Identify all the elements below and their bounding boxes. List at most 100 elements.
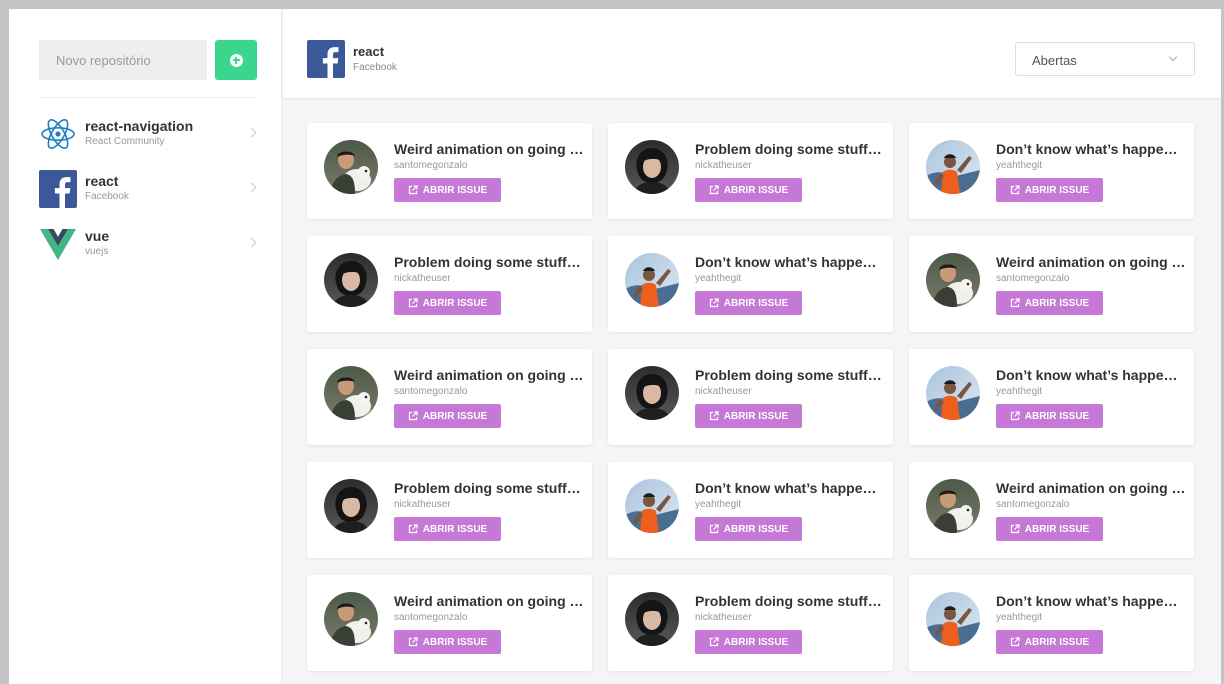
repo-item-vue[interactable]: vue vuejs	[39, 225, 257, 280]
repo-name: vue	[85, 228, 110, 244]
avatar	[926, 253, 980, 307]
sidebar-divider	[39, 97, 257, 98]
issue-card: Don’t know what’s happening here yeahtheg…	[909, 349, 1194, 445]
filter-selected-value: Abertas	[1032, 53, 1077, 68]
open-issue-button[interactable]: ABRIR ISSUE	[996, 178, 1103, 202]
open-issue-button-label: ABRIR ISSUE	[422, 523, 488, 535]
issue-card: Weird animation on going back santomegonz…	[307, 123, 592, 219]
avatar	[625, 479, 679, 533]
avatar	[625, 253, 679, 307]
repo-item-react-navigation[interactable]: react-navigation React Community	[39, 115, 257, 170]
open-issue-button-label: ABRIR ISSUE	[422, 297, 488, 309]
issue-author: santomegonzalo	[996, 499, 1070, 510]
external-link-icon	[709, 298, 719, 308]
open-issue-button[interactable]: ABRIR ISSUE	[695, 517, 802, 541]
issue-card: Problem doing some stuff with react nicka…	[608, 349, 893, 445]
open-issue-button-label: ABRIR ISSUE	[723, 297, 789, 309]
avatar	[926, 592, 980, 646]
issue-card: Problem doing some stuff with react nicka…	[608, 575, 893, 671]
open-issue-button[interactable]: ABRIR ISSUE	[394, 404, 501, 428]
issue-card: Weird animation on going back santomegonz…	[909, 236, 1194, 332]
open-issue-button[interactable]: ABRIR ISSUE	[996, 404, 1103, 428]
open-issue-button-label: ABRIR ISSUE	[1024, 297, 1090, 309]
repo-owner: Facebook	[85, 191, 129, 202]
issue-card: Don’t know what’s happening here yeahtheg…	[909, 123, 1194, 219]
issue-title: Problem doing some stuff with react	[695, 141, 885, 157]
issue-author: santomegonzalo	[996, 273, 1070, 284]
sidebar: react-navigation React Community react F…	[9, 9, 282, 684]
open-issue-button[interactable]: ABRIR ISSUE	[996, 630, 1103, 654]
issue-filter-select[interactable]: Abertas	[1015, 42, 1195, 76]
issue-card: Problem doing some stuff with react nicka…	[307, 462, 592, 558]
open-issue-button-label: ABRIR ISSUE	[1024, 523, 1090, 535]
repo-header: react Facebook Abertas	[283, 9, 1221, 98]
external-link-icon	[709, 411, 719, 421]
issue-title: Don’t know what’s happening here	[996, 593, 1186, 609]
open-issue-button-label: ABRIR ISSUE	[723, 410, 789, 422]
issue-card: Don’t know what’s happening here yeahtheg…	[608, 236, 893, 332]
avatar	[625, 592, 679, 646]
external-link-icon	[408, 524, 418, 534]
open-issue-button-label: ABRIR ISSUE	[723, 636, 789, 648]
react-atom-icon	[41, 119, 75, 149]
issue-author: nickatheuser	[695, 612, 752, 623]
open-issue-button[interactable]: ABRIR ISSUE	[996, 291, 1103, 315]
vue-icon	[40, 229, 76, 260]
issue-card: Problem doing some stuff with react nicka…	[307, 236, 592, 332]
open-issue-button-label: ABRIR ISSUE	[1024, 410, 1090, 422]
plus-circle-icon	[229, 53, 243, 67]
avatar	[625, 140, 679, 194]
issue-author: nickatheuser	[394, 273, 451, 284]
chevron-right-icon	[246, 182, 257, 193]
issue-author: nickatheuser	[394, 499, 451, 510]
open-issue-button-label: ABRIR ISSUE	[1024, 636, 1090, 648]
issue-card: Don’t know what’s happening here yeahtheg…	[608, 462, 893, 558]
external-link-icon	[408, 411, 418, 421]
avatar	[324, 479, 378, 533]
avatar	[324, 366, 378, 420]
external-link-icon	[709, 185, 719, 195]
open-issue-button[interactable]: ABRIR ISSUE	[394, 178, 501, 202]
issue-author: yeahthegit	[996, 612, 1043, 623]
external-link-icon	[709, 637, 719, 647]
open-issue-button[interactable]: ABRIR ISSUE	[695, 404, 802, 428]
issue-title: Problem doing some stuff with react	[695, 367, 885, 383]
new-repo-input[interactable]	[39, 40, 207, 80]
external-link-icon	[1010, 637, 1020, 647]
open-issue-button[interactable]: ABRIR ISSUE	[695, 178, 802, 202]
add-repo-button[interactable]	[215, 40, 257, 80]
issue-card: Problem doing some stuff with react nicka…	[608, 123, 893, 219]
repo-owner: vuejs	[85, 246, 109, 257]
external-link-icon	[1010, 411, 1020, 421]
issue-title: Weird animation on going back	[996, 480, 1186, 496]
repo-list: react-navigation React Community react F…	[39, 115, 257, 280]
issue-title: Weird animation on going back	[394, 141, 584, 157]
app-window: react-navigation React Community react F…	[9, 9, 1221, 684]
open-issue-button[interactable]: ABRIR ISSUE	[695, 291, 802, 315]
issue-author: yeahthegit	[996, 386, 1043, 397]
external-link-icon	[408, 185, 418, 195]
open-issue-button-label: ABRIR ISSUE	[422, 410, 488, 422]
open-issue-button-label: ABRIR ISSUE	[422, 636, 488, 648]
repo-name: react-navigation	[85, 118, 194, 134]
open-issue-button[interactable]: ABRIR ISSUE	[996, 517, 1103, 541]
issue-card: Don’t know what’s happening here yeahtheg…	[909, 575, 1194, 671]
open-issue-button[interactable]: ABRIR ISSUE	[695, 630, 802, 654]
facebook-icon	[307, 40, 345, 78]
repo-name: react	[85, 173, 119, 189]
issue-title: Don’t know what’s happening here	[996, 141, 1186, 157]
open-issue-button-label: ABRIR ISSUE	[723, 523, 789, 535]
avatar	[625, 366, 679, 420]
issue-title: Weird animation on going back	[394, 593, 584, 609]
open-issue-button[interactable]: ABRIR ISSUE	[394, 517, 501, 541]
chevron-down-icon	[1168, 52, 1178, 62]
issue-author: yeahthegit	[695, 499, 742, 510]
open-issue-button[interactable]: ABRIR ISSUE	[394, 291, 501, 315]
avatar	[926, 479, 980, 533]
open-issue-button-label: ABRIR ISSUE	[422, 184, 488, 196]
issue-title: Don’t know what’s happening here	[695, 480, 885, 496]
external-link-icon	[709, 524, 719, 534]
repo-item-react[interactable]: react Facebook	[39, 170, 257, 225]
open-issue-button[interactable]: ABRIR ISSUE	[394, 630, 501, 654]
issues-grid: Weird animation on going back santomegonz…	[307, 123, 1194, 671]
